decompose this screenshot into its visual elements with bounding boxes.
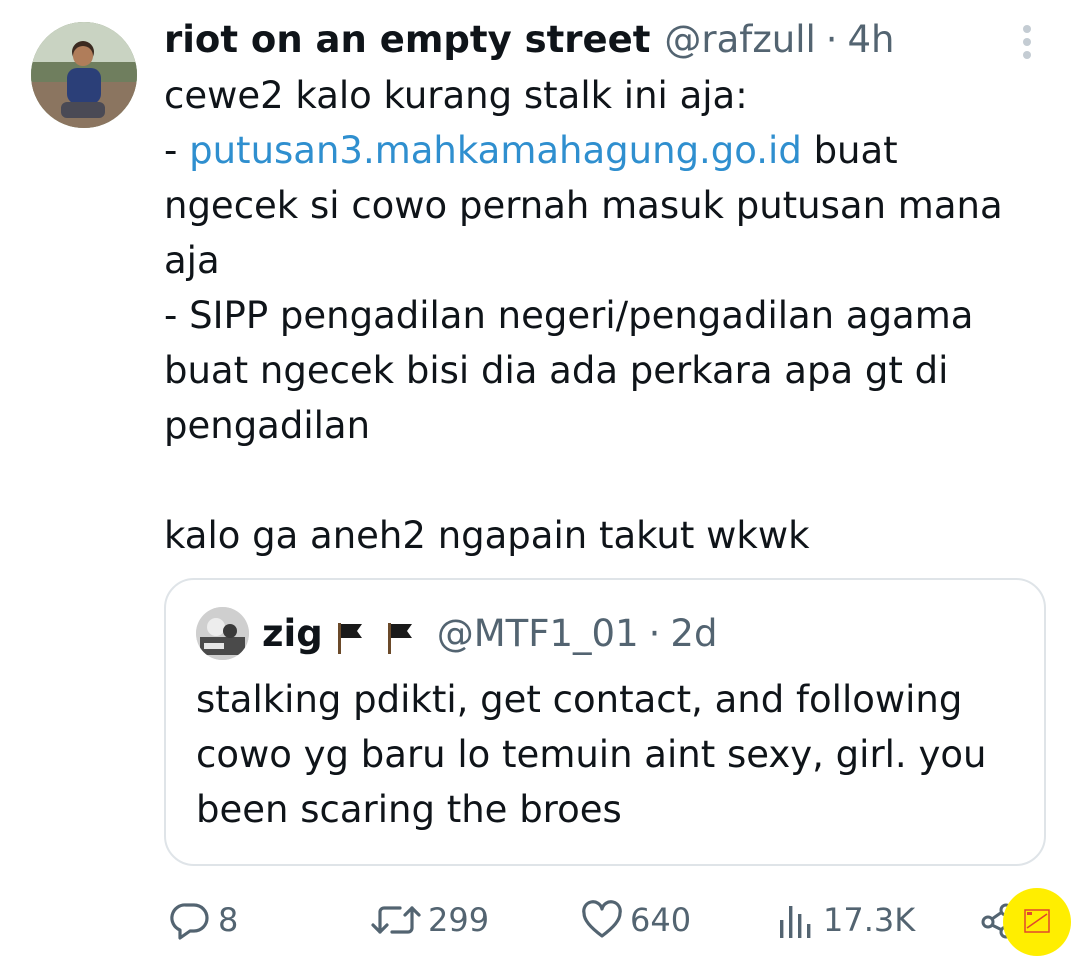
retweet-count: 299 — [428, 901, 490, 939]
tweet-text-line: ngecek si cowo pernah masuk putusan mana — [164, 184, 1003, 227]
quoted-header-separator: · — [648, 612, 661, 655]
tweet-text-line: aja — [164, 239, 220, 282]
quoted-tweet-header: zig @MTF1_01 · 2d — [262, 608, 717, 660]
tweet-text-line: - putusan3.mahkamahagung.go.id buat — [164, 123, 1044, 178]
views-count: 17.3K — [823, 901, 916, 939]
retweet-icon — [371, 906, 421, 934]
reply-icon — [170, 903, 209, 940]
tweet-text: cewe2 kalo kurang stalk ini aja: - putus… — [164, 68, 1044, 563]
quoted-avatar-photo — [196, 607, 249, 660]
tweet-text-line: buat ngecek bisi dia ada perkara apa gt … — [164, 349, 949, 392]
like-count: 640 — [630, 901, 692, 939]
quoted-handle[interactable]: @MTF1_01 — [437, 608, 639, 660]
tweet-text-line: cewe2 kalo kurang stalk ini aja: — [164, 74, 748, 117]
heart-icon — [582, 900, 622, 938]
author-display-name[interactable]: riot on an empty street — [164, 14, 650, 66]
tweet-text-line: kalo ga aneh2 ngapain takut wkwk — [164, 514, 810, 557]
quoted-text-line: stalking pdikti, get contact, and follow… — [196, 678, 963, 721]
views-bar-chart-icon — [780, 906, 811, 938]
tweet-text-line: - SIPP pengadilan negeri/pengadilan agam… — [164, 294, 974, 337]
quoted-text-line: been scaring the broes — [196, 788, 622, 831]
reply-button[interactable]: 8 — [168, 896, 238, 944]
black-flag-icon — [385, 617, 415, 654]
quoted-tweet-text: stalking pdikti, get contact, and follow… — [196, 672, 1026, 837]
avatar-photo — [31, 22, 137, 128]
header-separator: · — [825, 18, 838, 61]
quoted-text-line: cowo yg baru lo temuin aint sexy, girl. … — [196, 733, 987, 776]
reply-count: 8 — [218, 901, 239, 939]
like-button[interactable]: 640 — [580, 896, 691, 944]
tweet-text-fragment: buat — [801, 129, 898, 172]
list-dash: - — [164, 129, 190, 172]
quoted-author-avatar[interactable] — [196, 607, 249, 660]
author-handle[interactable]: @rafzull — [664, 14, 815, 66]
more-vertical-icon[interactable] — [1012, 22, 1042, 62]
tweet-link[interactable]: putusan3.mahkamahagung.go.id — [189, 129, 802, 172]
black-flag-icon — [335, 617, 365, 654]
views-button[interactable]: 17.3K — [777, 896, 915, 944]
retweet-button[interactable]: 299 — [370, 896, 489, 944]
tweet-text-line: pengadilan — [164, 404, 371, 447]
tweet-timestamp[interactable]: 4h — [848, 14, 895, 66]
tweet: riot on an empty street @rafzull · 4h ce… — [0, 0, 1080, 966]
quoted-timestamp[interactable]: 2d — [670, 608, 717, 660]
floating-sticker-badge[interactable] — [1003, 888, 1071, 956]
tweet-header: riot on an empty street @rafzull · 4h — [164, 14, 895, 66]
author-avatar[interactable] — [31, 22, 137, 128]
quoted-display-name[interactable]: zig — [262, 608, 323, 660]
sticker-icon — [1024, 909, 1050, 933]
